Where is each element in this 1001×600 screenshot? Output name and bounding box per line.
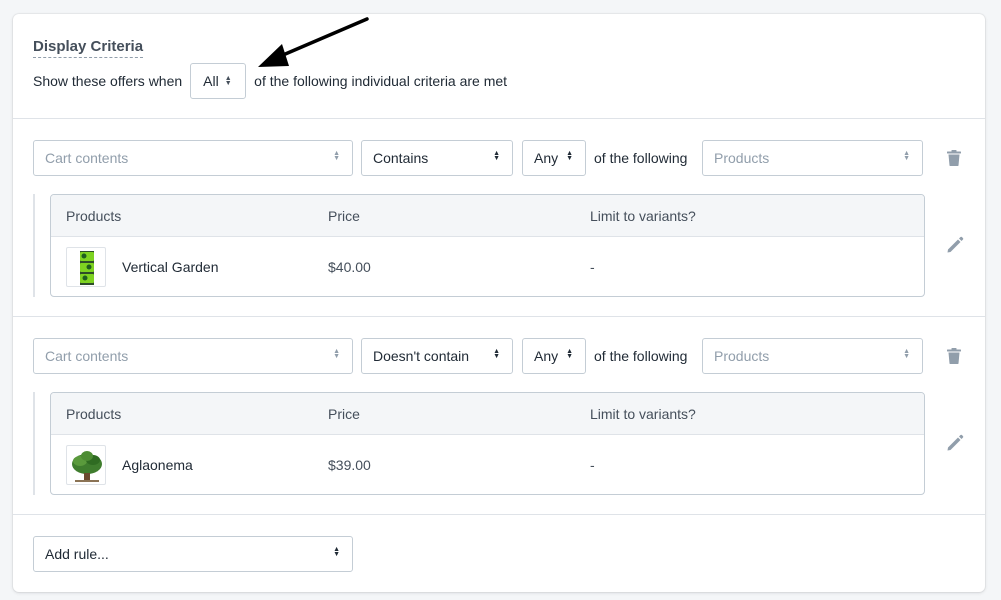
rule-indent-bar (33, 392, 35, 495)
match-mode-suffix: of the following individual criteria are… (254, 73, 508, 89)
criteria-header-section: Display Criteria Show these offers when … (13, 14, 985, 119)
column-header-limit: Limit to variants? (590, 208, 696, 224)
rule-subject-select[interactable]: Cart contents ▲ ▼ (33, 338, 353, 374)
rule-block: Cart contents ▲ ▼ Contains ▲ ▼ Any ▲ ▼ of t… (13, 119, 985, 317)
select-arrows-icon: ▲ ▼ (333, 150, 340, 162)
select-arrows-icon: ▲ ▼ (493, 348, 500, 360)
rule-target-placeholder: Products (714, 348, 770, 364)
rule-quantifier-select[interactable]: Any ▲ ▼ (522, 338, 586, 374)
match-mode-value: All (203, 73, 219, 89)
column-header-price: Price (328, 208, 360, 224)
rule-condition-select[interactable]: Contains ▲ ▼ (361, 140, 513, 176)
display-criteria-card: Display Criteria Show these offers when … (13, 14, 985, 592)
column-header-products: Products (66, 208, 122, 224)
rule-indent-bar (33, 194, 35, 297)
add-rule-placeholder: Add rule... (45, 546, 109, 562)
select-arrows-icon: ▲ ▼ (224, 75, 232, 87)
rule-connector-text: of the following (594, 150, 688, 166)
rule-condition-value: Doesn't contain (373, 348, 470, 364)
products-table: Products Price Limit to variants? Aglaon… (50, 392, 925, 495)
pencil-icon[interactable] (946, 236, 964, 254)
rule-quantifier-value: Any (534, 150, 559, 166)
product-price: $39.00 (328, 457, 371, 473)
product-price: $40.00 (328, 259, 371, 275)
match-mode-line: Show these offers when All ▲ ▼ of the fol… (33, 63, 507, 99)
table-header: Products Price Limit to variants? (51, 393, 924, 435)
section-title: Display Criteria (33, 38, 144, 58)
select-arrows-icon: ▲ ▼ (903, 348, 910, 360)
rule-quantifier-value: Any (534, 348, 559, 364)
column-header-products: Products (66, 406, 122, 422)
rule-target-select[interactable]: Products ▲ ▼ (702, 140, 923, 176)
product-limit: - (590, 457, 595, 473)
table-row: Vertical Garden $40.00 - (51, 237, 924, 296)
product-limit: - (590, 259, 595, 275)
select-arrows-icon: ▲ ▼ (566, 348, 573, 360)
product-name: Aglaonema (122, 457, 193, 473)
rule-target-placeholder: Products (714, 150, 770, 166)
select-arrows-icon: ▲ ▼ (566, 150, 573, 162)
pencil-icon[interactable] (946, 434, 964, 452)
select-arrows-icon: ▲ ▼ (903, 150, 910, 162)
select-arrows-icon: ▲ ▼ (493, 150, 500, 162)
column-header-price: Price (328, 406, 360, 422)
select-arrows-icon: ▲ ▼ (333, 348, 340, 360)
select-arrows-icon: ▲ ▼ (333, 546, 340, 558)
products-table: Products Price Limit to variants? Vertic… (50, 194, 925, 297)
product-name: Vertical Garden (122, 259, 219, 275)
rule-subject-placeholder: Cart contents (45, 150, 129, 166)
aglaonema-image (66, 445, 106, 485)
rule-quantifier-select[interactable]: Any ▲ ▼ (522, 140, 586, 176)
trash-icon[interactable] (947, 348, 961, 364)
match-mode-select[interactable]: All ▲ ▼ (190, 63, 247, 99)
rule-subject-select[interactable]: Cart contents ▲ ▼ (33, 140, 353, 176)
match-mode-prefix: Show these offers when (33, 73, 183, 89)
vertical-garden-image (66, 247, 106, 287)
rule-connector-text: of the following (594, 348, 688, 364)
table-header: Products Price Limit to variants? (51, 195, 924, 237)
rule-block: Cart contents ▲ ▼ Doesn't contain ▲ ▼ Any … (13, 317, 985, 515)
add-rule-select[interactable]: Add rule... ▲ ▼ (33, 536, 353, 572)
table-row: Aglaonema $39.00 - (51, 435, 924, 494)
rule-target-select[interactable]: Products ▲ ▼ (702, 338, 923, 374)
rule-condition-value: Contains (373, 150, 429, 166)
rule-subject-placeholder: Cart contents (45, 348, 129, 364)
trash-icon[interactable] (947, 150, 961, 166)
rule-condition-select[interactable]: Doesn't contain ▲ ▼ (361, 338, 513, 374)
column-header-limit: Limit to variants? (590, 406, 696, 422)
